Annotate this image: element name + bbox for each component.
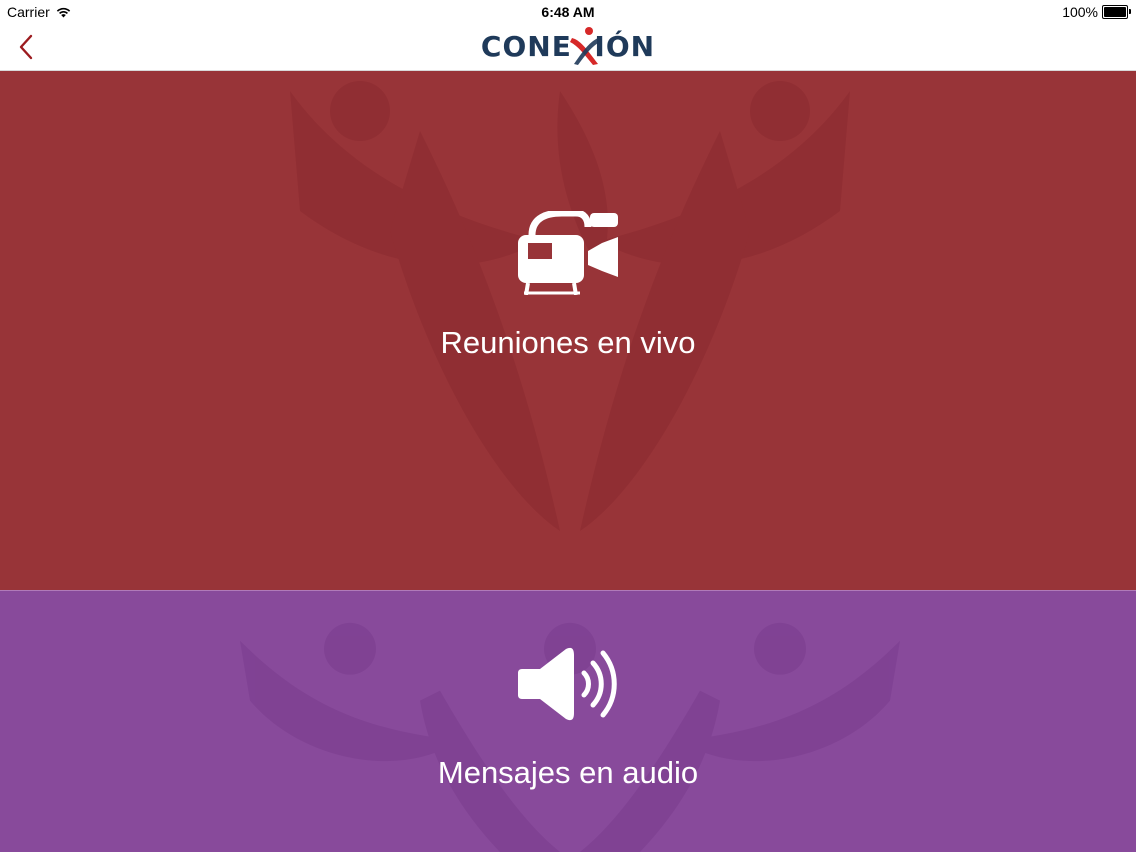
live-meetings-panel[interactable]: Reuniones en vivo — [0, 71, 1136, 590]
audio-messages-label: Mensajes en audio — [437, 755, 699, 790]
video-camera-icon — [518, 211, 618, 295]
watermark-pattern-audio — [240, 622, 900, 852]
live-meetings-label: Reuniones en vivo — [440, 325, 696, 360]
audio-messages-panel[interactable]: Mensajes en audio — [0, 590, 1136, 852]
status-right: 100% — [1062, 4, 1131, 20]
logo-x: X — [569, 27, 600, 65]
logo-text-end: IÓN — [594, 30, 656, 63]
nav-bar: CONE XIÓN — [0, 24, 1136, 71]
battery-icon — [1102, 5, 1131, 19]
speaker-volume-icon — [518, 647, 617, 721]
status-bar: Carrier 6:48 AM 100% — [0, 0, 1136, 24]
app-logo: CONE XIÓN — [0, 27, 1136, 65]
status-time: 6:48 AM — [541, 4, 595, 20]
battery-percent: 100% — [1062, 4, 1098, 20]
logo-x-mark-icon — [569, 27, 600, 65]
logo-text-start: CONE — [480, 30, 572, 63]
battery-level — [1104, 7, 1126, 17]
